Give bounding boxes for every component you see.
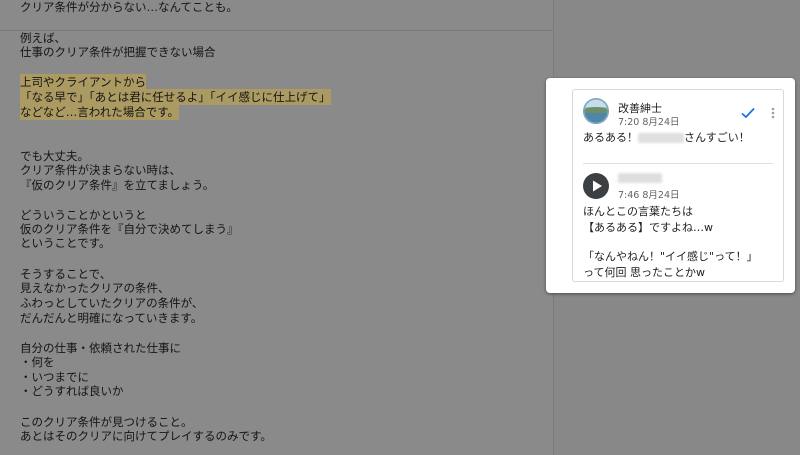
play-circle-icon bbox=[583, 173, 609, 199]
highlight: などなど…言われた場合です。 bbox=[20, 104, 180, 120]
highlight: 「なる早で」「あとは君に任せるよ」「イイ感じに仕上げて」 bbox=[20, 89, 331, 105]
comment-text-before: あるある！ bbox=[583, 131, 638, 144]
more-vert-icon[interactable] bbox=[771, 104, 775, 123]
reply-line: ほんとこの言葉たちは bbox=[583, 205, 693, 218]
doc-line: ふわっとしていたクリアの条件が、 bbox=[20, 296, 204, 310]
doc-line: ということです。 bbox=[20, 236, 111, 250]
document-page: クリア条件が分からない…なんてことも。 例えば、 仕事のクリア条件が把握できない… bbox=[0, 0, 554, 455]
reply-line: 「なんやねん！"イイ感じ"って！」 bbox=[583, 250, 758, 263]
doc-line-highlighted[interactable]: などなど…言われた場合です。 bbox=[20, 104, 180, 120]
redacted-reply-author bbox=[618, 173, 662, 183]
highlight: 上司やクライアントから bbox=[20, 74, 147, 90]
reply-divider bbox=[583, 163, 773, 164]
comment-text-after: さんすごい！ bbox=[684, 131, 750, 144]
doc-line: クリア条件が決まらない時は、 bbox=[20, 163, 181, 177]
doc-line: ・何を bbox=[20, 355, 55, 369]
reply-line: 【あるある】ですよね…w bbox=[583, 221, 713, 234]
doc-line: 見えなかったクリアの条件、 bbox=[20, 281, 170, 295]
comment-body: あるある！ さんすごい！ bbox=[583, 130, 750, 146]
reply-line: って何回 思ったことかw bbox=[583, 266, 705, 279]
divider bbox=[0, 30, 553, 31]
doc-line: 『仮のクリア条件』を立てましょう。 bbox=[20, 178, 215, 192]
reply-time: 7:46 8月24日 bbox=[618, 190, 680, 201]
doc-line-highlighted[interactable]: 上司やクライアントから bbox=[20, 74, 147, 90]
doc-line: ・どうすれば良いか bbox=[20, 384, 124, 398]
comment-thread-card[interactable]: 改善紳士 7:20 8月24日 あるある！ さんすごい！ 7:46 8月24日 ほ… bbox=[546, 78, 795, 293]
doc-line: 仕事のクリア条件が把握できない場合 bbox=[20, 45, 216, 59]
author-avatar bbox=[583, 98, 609, 124]
doc-line: あとはそのクリアに向けてプレイするのみです。 bbox=[20, 429, 272, 443]
check-icon[interactable] bbox=[741, 104, 755, 123]
doc-line: だんだんと明確になっていきます。 bbox=[20, 311, 203, 325]
doc-line-highlighted[interactable]: 「なる早で」「あとは君に任せるよ」「イイ感じに仕上げて」 bbox=[20, 89, 331, 105]
comment-thread: 改善紳士 7:20 8月24日 あるある！ さんすごい！ 7:46 8月24日 ほ… bbox=[572, 89, 784, 282]
redacted-name bbox=[638, 133, 684, 143]
comment-time: 7:20 8月24日 bbox=[618, 117, 680, 128]
doc-line: クリア条件が分からない…なんてことも。 bbox=[20, 0, 238, 14]
